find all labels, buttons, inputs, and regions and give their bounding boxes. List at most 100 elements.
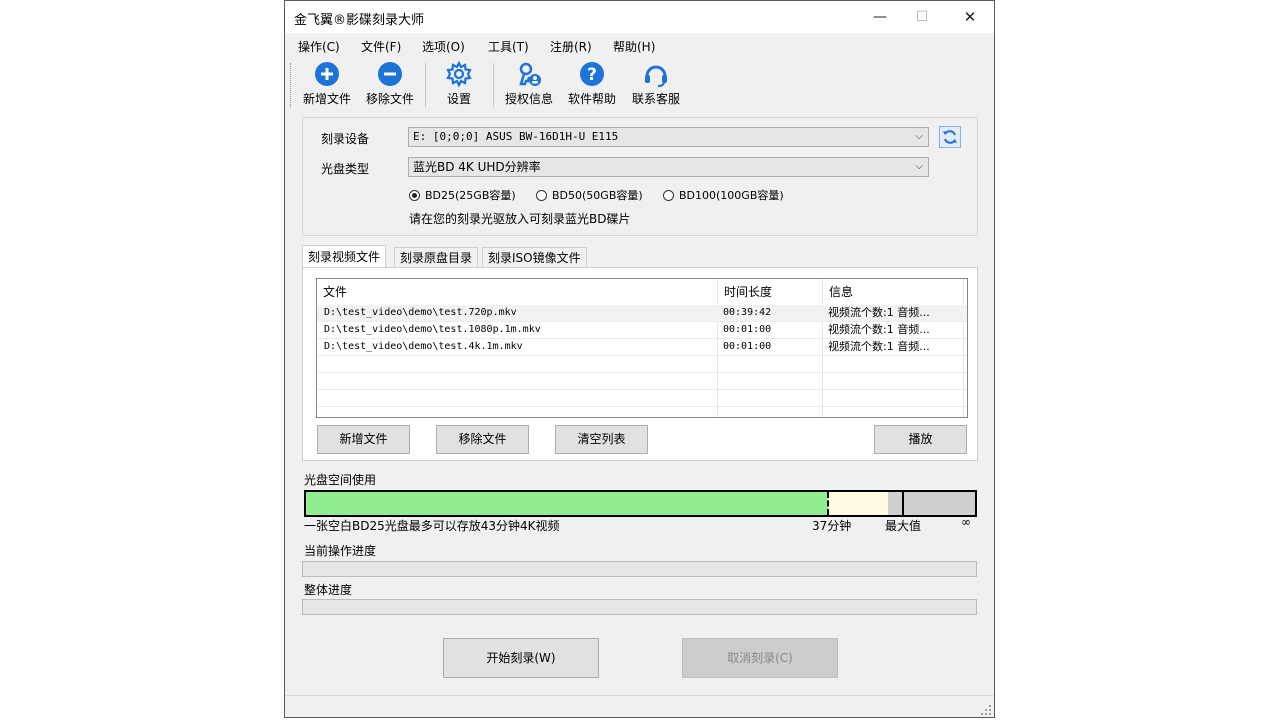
key-user-icon: [516, 61, 542, 87]
radio-dot-selected: [409, 189, 420, 201]
disc-usage-marker: [827, 492, 829, 515]
current-progress-label: 当前操作进度: [304, 544, 377, 558]
cell-duration: 00:01:00: [723, 341, 772, 352]
play-button[interactable]: 播放: [874, 425, 967, 454]
toolbar-add-file-button[interactable]: 新增文件: [299, 61, 355, 107]
cell-duration: 00:39:42: [723, 307, 772, 318]
disc-usage-bar: [304, 490, 977, 517]
minimize-button[interactable]: —: [857, 1, 903, 33]
menu-register[interactable]: 注册(R): [550, 38, 592, 55]
table-row-empty: [317, 373, 967, 390]
toolbar-remove-file-button[interactable]: 移除文件: [362, 61, 418, 107]
radio-bd25[interactable]: BD25(25GB容量): [409, 187, 516, 203]
cancel-burn-button[interactable]: 取消刻录(C): [682, 638, 838, 678]
disc-hint-text: 请在您的刻录光驱放入可刻录蓝光BD碟片: [409, 212, 631, 226]
chevron-down-icon: ⌵: [915, 131, 923, 142]
toolbar: 新增文件 移除文件 设置 授权信息 ? 软件帮助 联系客服: [285, 57, 994, 109]
device-panel: 刻录设备 E: [0;0;0] ASUS BW-16D1H-U E115 ⌵ 光…: [302, 117, 978, 236]
gear-icon: [446, 61, 472, 87]
menu-bar: 操作(C) 文件(F) 选项(O) 工具(T) 注册(R) 帮助(H): [285, 34, 994, 56]
toolbar-help-button[interactable]: ? 软件帮助: [564, 61, 620, 107]
overall-progress-label: 整体进度: [304, 583, 353, 597]
current-progress-bar: [302, 561, 977, 577]
disc-usage-max-line: [902, 492, 904, 515]
tab-burn-original-disc[interactable]: 刻录原盘目录: [394, 247, 479, 268]
start-burn-button[interactable]: 开始刻录(W): [443, 638, 599, 678]
toolbar-separator: [425, 63, 426, 107]
maximize-button[interactable]: ☐: [899, 1, 945, 33]
column-header-info[interactable]: 信息: [823, 279, 967, 305]
question-circle-icon: ?: [579, 61, 605, 87]
cell-file: D:\test_video\demo\test.4k.1m.mkv: [324, 341, 523, 352]
minus-circle-icon: [377, 61, 403, 87]
toolbar-separator: [493, 63, 494, 107]
disc-type-label: 光盘类型: [321, 162, 370, 176]
chevron-down-icon: ⌵: [915, 161, 923, 172]
disc-usage-max-label: 最大值: [885, 519, 922, 533]
column-header-file[interactable]: 文件: [317, 279, 718, 305]
radio-bd50-label: BD50(50GB容量): [552, 189, 643, 202]
radio-bd50[interactable]: BD50(50GB容量): [536, 187, 643, 203]
menu-help[interactable]: 帮助(H): [613, 38, 655, 55]
file-list[interactable]: 文件 时间长度 信息 D:\test_video\demo\test.720p.…: [316, 278, 968, 418]
title-bar: 金飞翼®影碟刻录大师 — ☐ ✕: [285, 1, 994, 33]
list-clear-button[interactable]: 清空列表: [555, 425, 648, 454]
menu-file[interactable]: 文件(F): [361, 38, 401, 55]
cell-info: 视频流个数:1 音频...: [828, 340, 930, 353]
svg-text:?: ?: [587, 65, 597, 85]
disc-usage-used-fill: [306, 492, 828, 515]
menu-operation[interactable]: 操作(C): [298, 38, 340, 55]
cell-info: 视频流个数:1 音频...: [828, 306, 930, 319]
close-button[interactable]: ✕: [947, 1, 993, 33]
table-row-empty: [317, 356, 967, 373]
tab-burn-iso-image[interactable]: 刻录ISO镜像文件: [482, 247, 587, 268]
table-row[interactable]: D:\test_video\demo\test.1080p.1m.mkv 00:…: [317, 322, 967, 339]
toolbar-license-info-button[interactable]: 授权信息: [501, 61, 557, 107]
disc-usage-marker-label: 37分钟: [812, 519, 852, 533]
headset-icon: [643, 61, 669, 87]
window-title: 金飞翼®影碟刻录大师: [294, 13, 425, 28]
infinity-symbol: ∞: [961, 515, 971, 529]
menu-tools[interactable]: 工具(T): [488, 38, 529, 55]
list-remove-file-button[interactable]: 移除文件: [436, 425, 529, 454]
cell-file: D:\test_video\demo\test.1080p.1m.mkv: [324, 324, 541, 335]
toolbar-contact-label: 联系客服: [631, 92, 680, 106]
toolbar-help-label: 软件帮助: [567, 92, 616, 106]
radio-dot: [536, 189, 547, 201]
refresh-button[interactable]: [939, 126, 961, 148]
cell-file: D:\test_video\demo\test.720p.mkv: [324, 307, 517, 318]
radio-bd25-label: BD25(25GB容量): [425, 189, 516, 202]
radio-dot: [663, 189, 674, 201]
radio-bd100[interactable]: BD100(100GB容量): [663, 187, 784, 203]
cell-duration: 00:01:00: [723, 324, 772, 335]
column-header-duration[interactable]: 时间长度: [718, 279, 823, 305]
toolbar-grip: [290, 63, 293, 107]
toolbar-settings-button[interactable]: 设置: [437, 61, 481, 107]
device-select[interactable]: E: [0;0;0] ASUS BW-16D1H-U E115 ⌵: [408, 127, 929, 147]
overall-progress-bar: [302, 599, 977, 615]
toolbar-settings-label: 设置: [446, 92, 471, 106]
refresh-icon: [943, 130, 957, 144]
disc-usage-label: 光盘空间使用: [304, 473, 377, 487]
tab-burn-video-files[interactable]: 刻录视频文件: [302, 245, 387, 268]
resize-grip-icon[interactable]: [980, 704, 992, 716]
menu-options[interactable]: 选项(O): [422, 38, 465, 55]
plus-circle-icon: [314, 61, 340, 87]
main-window: 金飞翼®影碟刻录大师 — ☐ ✕ 操作(C) 文件(F) 选项(O) 工具(T)…: [284, 0, 995, 718]
disc-usage-note: 一张空白BD25光盘最多可以存放43分钟4K视频: [304, 519, 560, 533]
list-add-file-button[interactable]: 新增文件: [317, 425, 410, 454]
radio-bd100-label: BD100(100GB容量): [679, 189, 784, 202]
status-bar: [285, 695, 994, 717]
toolbar-add-file-label: 新增文件: [302, 92, 351, 106]
tab-panel: 文件 时间长度 信息 D:\test_video\demo\test.720p.…: [302, 267, 978, 461]
cell-info: 视频流个数:1 音频...: [828, 323, 930, 336]
disc-type-select-value: 蓝光BD 4K UHD分辨率: [413, 160, 541, 174]
table-row[interactable]: D:\test_video\demo\test.4k.1m.mkv 00:01:…: [317, 339, 967, 356]
device-label: 刻录设备: [321, 132, 370, 146]
toolbar-remove-file-label: 移除文件: [365, 92, 414, 106]
disc-type-select[interactable]: 蓝光BD 4K UHD分辨率 ⌵: [408, 157, 929, 177]
table-row-empty: [317, 390, 967, 407]
table-row[interactable]: D:\test_video\demo\test.720p.mkv 00:39:4…: [317, 305, 967, 322]
device-select-value: E: [0;0;0] ASUS BW-16D1H-U E115: [413, 130, 619, 143]
toolbar-contact-button[interactable]: 联系客服: [628, 61, 684, 107]
